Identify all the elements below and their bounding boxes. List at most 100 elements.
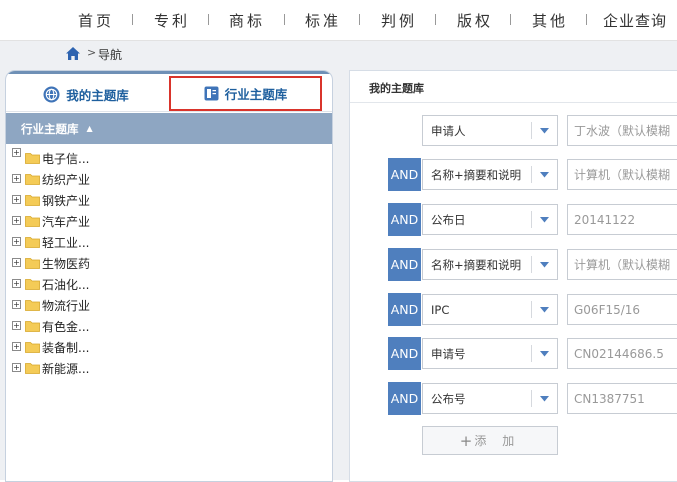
- folder-icon: [25, 258, 40, 269]
- expand-plus-icon[interactable]: +: [12, 321, 21, 330]
- and-operator-button[interactable]: AND: [388, 337, 421, 370]
- dropdown-toggle[interactable]: [531, 116, 557, 145]
- expand-plus-icon[interactable]: +: [12, 342, 21, 351]
- expand-plus-icon[interactable]: +: [12, 216, 21, 225]
- tree-item-label: 装备制...: [42, 341, 90, 355]
- nav-separator: [132, 14, 133, 25]
- folder-icon: [25, 321, 40, 332]
- folder-icon: [25, 153, 40, 164]
- tree-item-label: 纺织产业: [42, 173, 91, 187]
- nav-item-copyright[interactable]: 版权: [457, 10, 493, 31]
- nav-item-company-search[interactable]: 企业查询: [603, 10, 667, 31]
- breadcrumb-label[interactable]: 导航: [98, 46, 122, 63]
- tab-industry-library[interactable]: 行业主题库: [169, 76, 322, 111]
- expand-plus-icon[interactable]: +: [12, 279, 21, 288]
- nav-item-home[interactable]: 首页: [78, 10, 114, 31]
- right-panel-title: 我的主题库: [369, 82, 424, 95]
- tab-my-library[interactable]: 我的主题库: [6, 79, 166, 109]
- add-condition-label: 添 加: [474, 434, 521, 448]
- dropdown-toggle[interactable]: [531, 384, 557, 413]
- field-select[interactable]: 公布日: [422, 204, 558, 235]
- field-select[interactable]: 申请号: [422, 338, 558, 369]
- library-header[interactable]: 行业主题库 ▲: [6, 113, 332, 144]
- field-select[interactable]: 名称+摘要和说明: [422, 249, 558, 280]
- value-input[interactable]: CN02144686.5: [567, 338, 677, 369]
- tree-item-label: 汽车产业: [42, 215, 91, 229]
- field-select[interactable]: 申请人: [422, 115, 558, 146]
- add-condition-button[interactable]: + 添 加: [422, 426, 558, 455]
- expand-plus-icon[interactable]: +: [12, 300, 21, 309]
- home-icon[interactable]: [65, 46, 81, 61]
- right-panel-divider: [350, 102, 677, 103]
- value-input[interactable]: 计算机（默认模糊: [567, 159, 677, 190]
- dropdown-toggle[interactable]: [531, 295, 557, 324]
- value-input[interactable]: 计算机（默认模糊: [567, 249, 677, 280]
- dropdown-toggle[interactable]: [531, 339, 557, 368]
- folder-icon: [25, 195, 40, 206]
- tab-industry-library-label: 行业主题库: [224, 87, 288, 102]
- value-input[interactable]: CN1387751: [567, 383, 677, 414]
- nav-item-standard[interactable]: 标准: [305, 10, 341, 31]
- expand-plus-icon[interactable]: +: [12, 363, 21, 372]
- tree-item-label: 电子信...: [42, 152, 90, 166]
- triangle-down-icon: [539, 127, 549, 133]
- triangle-down-icon: [539, 216, 549, 222]
- expand-plus-icon[interactable]: +: [12, 258, 21, 267]
- tree-item-label: 石油化...: [42, 278, 90, 292]
- nav-item-other[interactable]: 其他: [532, 10, 568, 31]
- dropdown-toggle[interactable]: [531, 160, 557, 189]
- triangle-down-icon: [539, 306, 549, 312]
- tree-item-label: 钢铁产业: [42, 194, 91, 208]
- and-operator-button[interactable]: AND: [388, 293, 421, 326]
- nav-separator: [359, 14, 360, 25]
- expand-plus-icon[interactable]: +: [12, 195, 21, 204]
- library-header-label: 行业主题库: [21, 121, 79, 136]
- panel-top-line: [6, 71, 332, 74]
- nav-separator: [208, 14, 209, 25]
- board-icon: [204, 86, 219, 101]
- field-select[interactable]: IPC: [422, 294, 558, 325]
- nav-separator: [586, 14, 587, 25]
- right-panel: 我的主题库 申请人 丁水波（默认模糊 AND 名称+摘要和说明 计算机（默认模糊…: [349, 70, 677, 482]
- field-select[interactable]: 名称+摘要和说明: [422, 159, 558, 190]
- top-nav: 首页 专利 商标 标准 判例 版权 其他 企业查询: [0, 0, 677, 41]
- tree-item-label: 轻工业...: [42, 236, 90, 250]
- dropdown-toggle[interactable]: [531, 250, 557, 279]
- left-panel: 我的主题库 行业主题库 行业主题库 ▲ + 电子信... + 纺织产业 + 钢铁…: [5, 70, 333, 482]
- nav-item-patent[interactable]: 专利: [154, 10, 190, 31]
- and-operator-button[interactable]: AND: [388, 158, 421, 191]
- folder-icon: [25, 300, 40, 311]
- folder-icon: [25, 342, 40, 353]
- triangle-down-icon: [539, 171, 549, 177]
- breadcrumb-separator: >: [87, 46, 97, 59]
- triangle-down-icon: [539, 395, 549, 401]
- field-select[interactable]: 公布号: [422, 383, 558, 414]
- nav-item-trademark[interactable]: 商标: [229, 10, 265, 31]
- dropdown-toggle[interactable]: [531, 205, 557, 234]
- expand-plus-icon[interactable]: +: [12, 148, 21, 157]
- value-input[interactable]: 丁水波（默认模糊: [567, 115, 677, 146]
- folder-icon: [25, 216, 40, 227]
- folder-icon: [25, 237, 40, 248]
- caret-up-icon: ▲: [86, 124, 93, 133]
- value-input[interactable]: G06F15/16: [567, 294, 677, 325]
- and-operator-button[interactable]: AND: [388, 248, 421, 281]
- nav-item-case[interactable]: 判例: [381, 10, 417, 31]
- triangle-down-icon: [539, 350, 549, 356]
- and-operator-button[interactable]: AND: [388, 382, 421, 415]
- tree-item-label: 新能源...: [42, 362, 90, 376]
- nav-separator: [510, 14, 511, 25]
- tab-my-library-label: 我的主题库: [66, 87, 129, 103]
- nav-separator: [435, 14, 436, 25]
- expand-plus-icon[interactable]: +: [12, 237, 21, 246]
- expand-plus-icon[interactable]: +: [12, 174, 21, 183]
- and-operator-button[interactable]: AND: [388, 203, 421, 236]
- tree-item-label: 物流行业: [42, 299, 91, 313]
- folder-icon: [25, 363, 40, 374]
- value-input[interactable]: 20141122: [567, 204, 677, 235]
- folder-icon: [25, 174, 40, 185]
- globe-icon: [43, 86, 60, 103]
- tree-item-label: 生物医药: [42, 257, 91, 271]
- tabs-divider: [6, 111, 332, 112]
- plus-icon: +: [459, 431, 473, 450]
